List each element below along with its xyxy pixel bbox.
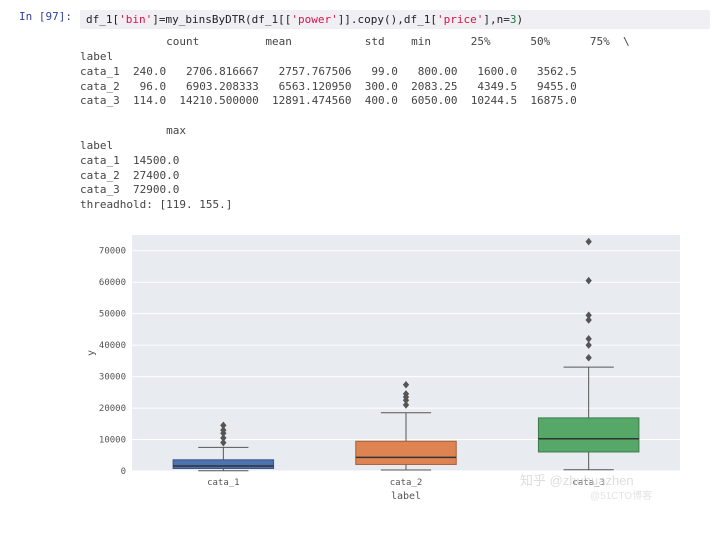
input-prompt: In [97]: (10, 10, 80, 23)
stdout-table: count mean std min 25% 50% 75% \ label c… (80, 35, 710, 213)
svg-text:0: 0 (121, 467, 126, 477)
svg-text:60000: 60000 (99, 278, 126, 288)
svg-text:@51CTO博客: @51CTO博客 (590, 489, 652, 502)
boxplot: 0 10000 20000 30000 40000 50000 60000 70000 y cat… (80, 227, 710, 507)
svg-text:40000: 40000 (99, 341, 126, 351)
svg-text:50000: 50000 (99, 310, 126, 320)
svg-text:label: label (391, 491, 421, 502)
svg-text:知乎 @zhuhuazhen: 知乎 @zhuhuazhen (520, 473, 634, 488)
input-cell: In [97]: df_1['bin']=my_binsByDTR(df_1[[… (10, 10, 710, 29)
svg-text:20000: 20000 (99, 404, 126, 414)
svg-text:cata_1: cata_1 (207, 478, 240, 488)
svg-text:y: y (86, 350, 97, 356)
svg-text:10000: 10000 (99, 436, 126, 446)
svg-text:cata_2: cata_2 (390, 478, 423, 488)
svg-text:30000: 30000 (99, 373, 126, 383)
svg-text:70000: 70000 (99, 247, 126, 257)
code-line[interactable]: df_1['bin']=my_binsByDTR(df_1[['power']]… (80, 10, 710, 29)
